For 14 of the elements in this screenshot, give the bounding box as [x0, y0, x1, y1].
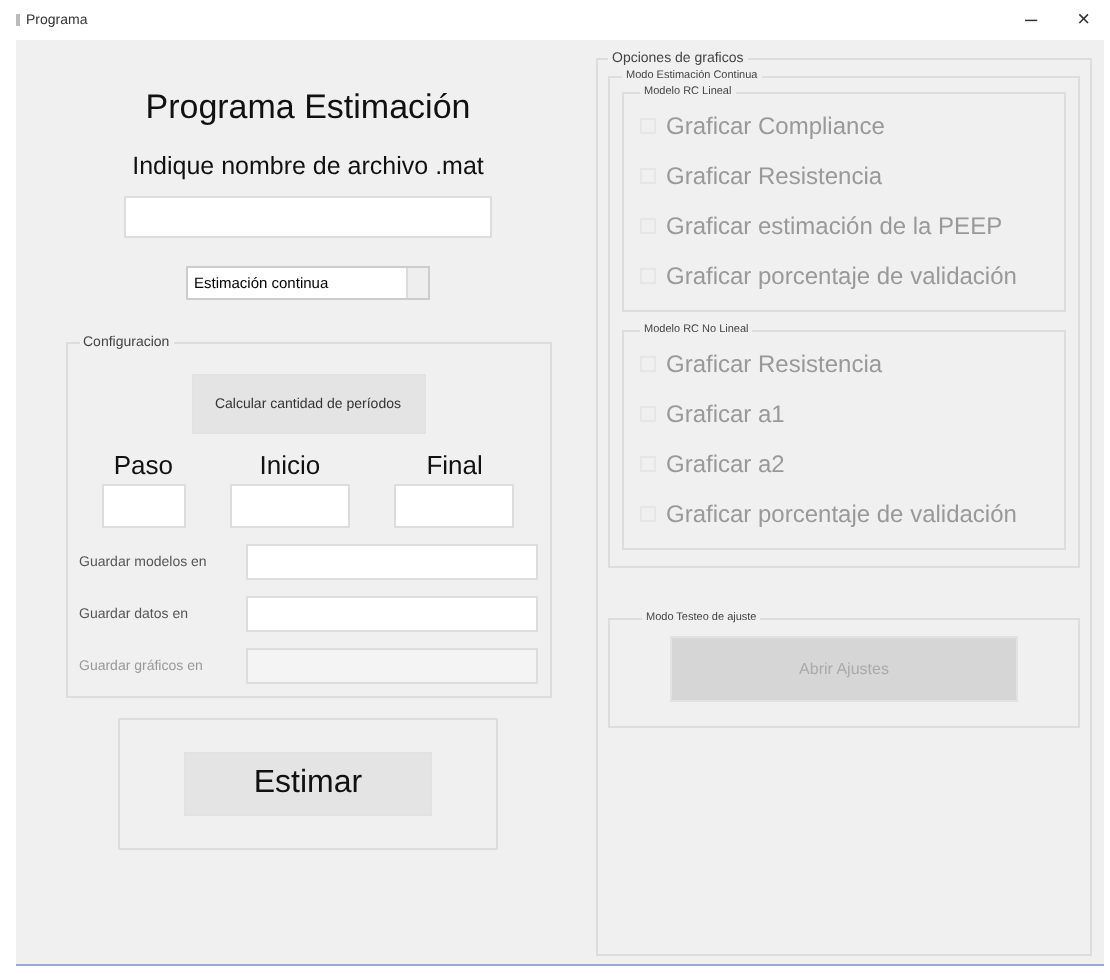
- field-label: Final: [426, 450, 483, 480]
- field-label: Paso: [113, 450, 173, 480]
- close-button[interactable]: ×: [1071, 8, 1096, 32]
- minimize-button[interactable]: –: [1018, 8, 1044, 32]
- app-heading: Programa Estimación: [145, 88, 471, 128]
- file-name-field[interactable]: [124, 196, 492, 238]
- path-field[interactable]: [245, 544, 537, 580]
- number-field[interactable]: [394, 484, 515, 528]
- field-label: Inicio: [259, 450, 321, 480]
- number-field[interactable]: [101, 484, 186, 528]
- number-field[interactable]: [229, 484, 350, 528]
- estimate-button[interactable]: Estimar: [184, 752, 432, 816]
- path-field[interactable]: [245, 596, 537, 632]
- file-label: Indique nombre de archivo .mat: [132, 152, 484, 180]
